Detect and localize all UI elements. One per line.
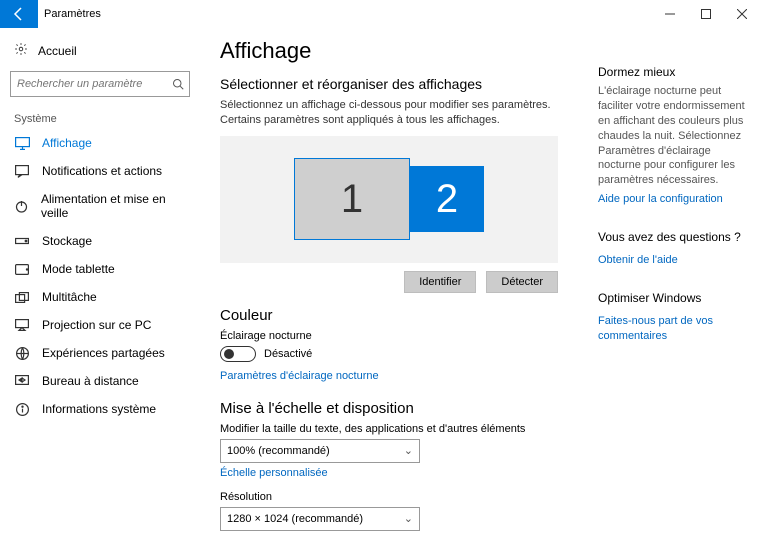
search-input[interactable] — [11, 78, 167, 90]
tip1-text: L'éclairage nocturne peut faciliter votr… — [598, 84, 748, 188]
gear-icon — [14, 42, 28, 59]
select-heading: Sélectionner et réorganiser des affichag… — [220, 76, 576, 92]
power-icon — [14, 200, 29, 213]
storage-icon — [14, 236, 30, 246]
sidebar: Accueil Système Affichage Notifications … — [0, 28, 200, 547]
nightlight-toggle[interactable] — [220, 346, 256, 362]
projection-icon — [14, 319, 30, 331]
chevron-down-icon: ⌄ — [404, 512, 413, 525]
scale-heading: Mise à l'échelle et disposition — [220, 400, 576, 417]
detect-button[interactable]: Détecter — [486, 271, 558, 293]
nav-affichage[interactable]: Affichage — [0, 129, 200, 157]
remote-icon — [14, 375, 30, 387]
home-button[interactable]: Accueil — [0, 36, 200, 65]
nav-remote[interactable]: Bureau à distance — [0, 367, 200, 395]
multitask-icon — [14, 292, 30, 303]
nightlight-settings-link[interactable]: Paramètres d'éclairage nocturne — [220, 370, 379, 382]
back-button[interactable] — [0, 0, 38, 28]
scale-value: 100% (recommandé) — [227, 445, 330, 457]
scale-label: Modifier la taille du texte, des applica… — [220, 423, 576, 435]
nav-notifications[interactable]: Notifications et actions — [0, 157, 200, 185]
tip1-heading: Dormez mieux — [598, 64, 748, 80]
nav-label: Expériences partagées — [42, 346, 165, 360]
nav-label: Informations système — [42, 402, 156, 416]
shared-icon — [14, 347, 30, 360]
tip2-link[interactable]: Obtenir de l'aide — [598, 253, 678, 268]
nav-about[interactable]: Informations système — [0, 395, 200, 423]
nav-power[interactable]: Alimentation et mise en veille — [0, 185, 200, 227]
monitor-2[interactable]: 2 — [410, 166, 484, 232]
resolution-label: Résolution — [220, 491, 576, 503]
notification-icon — [14, 165, 30, 178]
minimize-button[interactable] — [652, 0, 688, 28]
monitor-2-label: 2 — [436, 177, 458, 222]
tip3-heading: Optimiser Windows — [598, 290, 748, 306]
window-controls — [652, 0, 760, 28]
window-title: Paramètres — [38, 8, 101, 20]
home-label: Accueil — [38, 44, 77, 58]
scale-dropdown[interactable]: 100% (recommandé) ⌄ — [220, 439, 420, 463]
monitor-arrangement[interactable]: 1 2 — [220, 136, 558, 263]
tip3-link[interactable]: Faites-nous part de vos commentaires — [598, 314, 748, 344]
search-icon — [167, 78, 189, 90]
nav-label: Stockage — [42, 234, 92, 248]
nav-shared[interactable]: Expériences partagées — [0, 339, 200, 367]
nav-label: Projection sur ce PC — [42, 318, 151, 332]
nav-label: Alimentation et mise en veille — [41, 192, 186, 220]
resolution-dropdown[interactable]: 1280 × 1024 (recommandé) ⌄ — [220, 507, 420, 531]
search-box[interactable] — [10, 71, 190, 97]
page-title: Affichage — [220, 38, 576, 64]
nav-projection[interactable]: Projection sur ce PC — [0, 311, 200, 339]
color-heading: Couleur — [220, 307, 576, 324]
nav-label: Affichage — [42, 136, 92, 150]
maximize-button[interactable] — [688, 0, 724, 28]
nav-tablet[interactable]: Mode tablette — [0, 255, 200, 283]
nightlight-label: Éclairage nocturne — [220, 330, 576, 342]
close-button[interactable] — [724, 0, 760, 28]
nav-label: Multitâche — [42, 290, 97, 304]
nav-multitask[interactable]: Multitâche — [0, 283, 200, 311]
category-label: Système — [0, 107, 200, 129]
resolution-value: 1280 × 1024 (recommandé) — [227, 513, 363, 525]
monitor-1[interactable]: 1 — [294, 158, 410, 240]
nav-storage[interactable]: Stockage — [0, 227, 200, 255]
tips-pane: Dormez mieux L'éclairage nocturne peut f… — [586, 28, 760, 547]
info-icon — [14, 403, 30, 416]
titlebar: Paramètres — [0, 0, 760, 28]
custom-scale-link[interactable]: Échelle personnalisée — [220, 467, 328, 479]
identify-button[interactable]: Identifier — [404, 271, 476, 293]
main-panel: Affichage Sélectionner et réorganiser de… — [200, 28, 586, 547]
chevron-down-icon: ⌄ — [404, 444, 413, 457]
tip1-link[interactable]: Aide pour la configuration — [598, 192, 723, 207]
display-icon — [14, 137, 30, 150]
nav-label: Notifications et actions — [42, 164, 162, 178]
monitor-1-label: 1 — [341, 177, 363, 222]
nav-label: Mode tablette — [42, 262, 115, 276]
select-description: Sélectionnez un affichage ci-dessous pou… — [220, 98, 560, 128]
nav-label: Bureau à distance — [42, 374, 139, 388]
tablet-icon — [14, 264, 30, 275]
nightlight-state: Désactivé — [264, 348, 312, 360]
tip2-heading: Vous avez des questions ? — [598, 229, 748, 245]
